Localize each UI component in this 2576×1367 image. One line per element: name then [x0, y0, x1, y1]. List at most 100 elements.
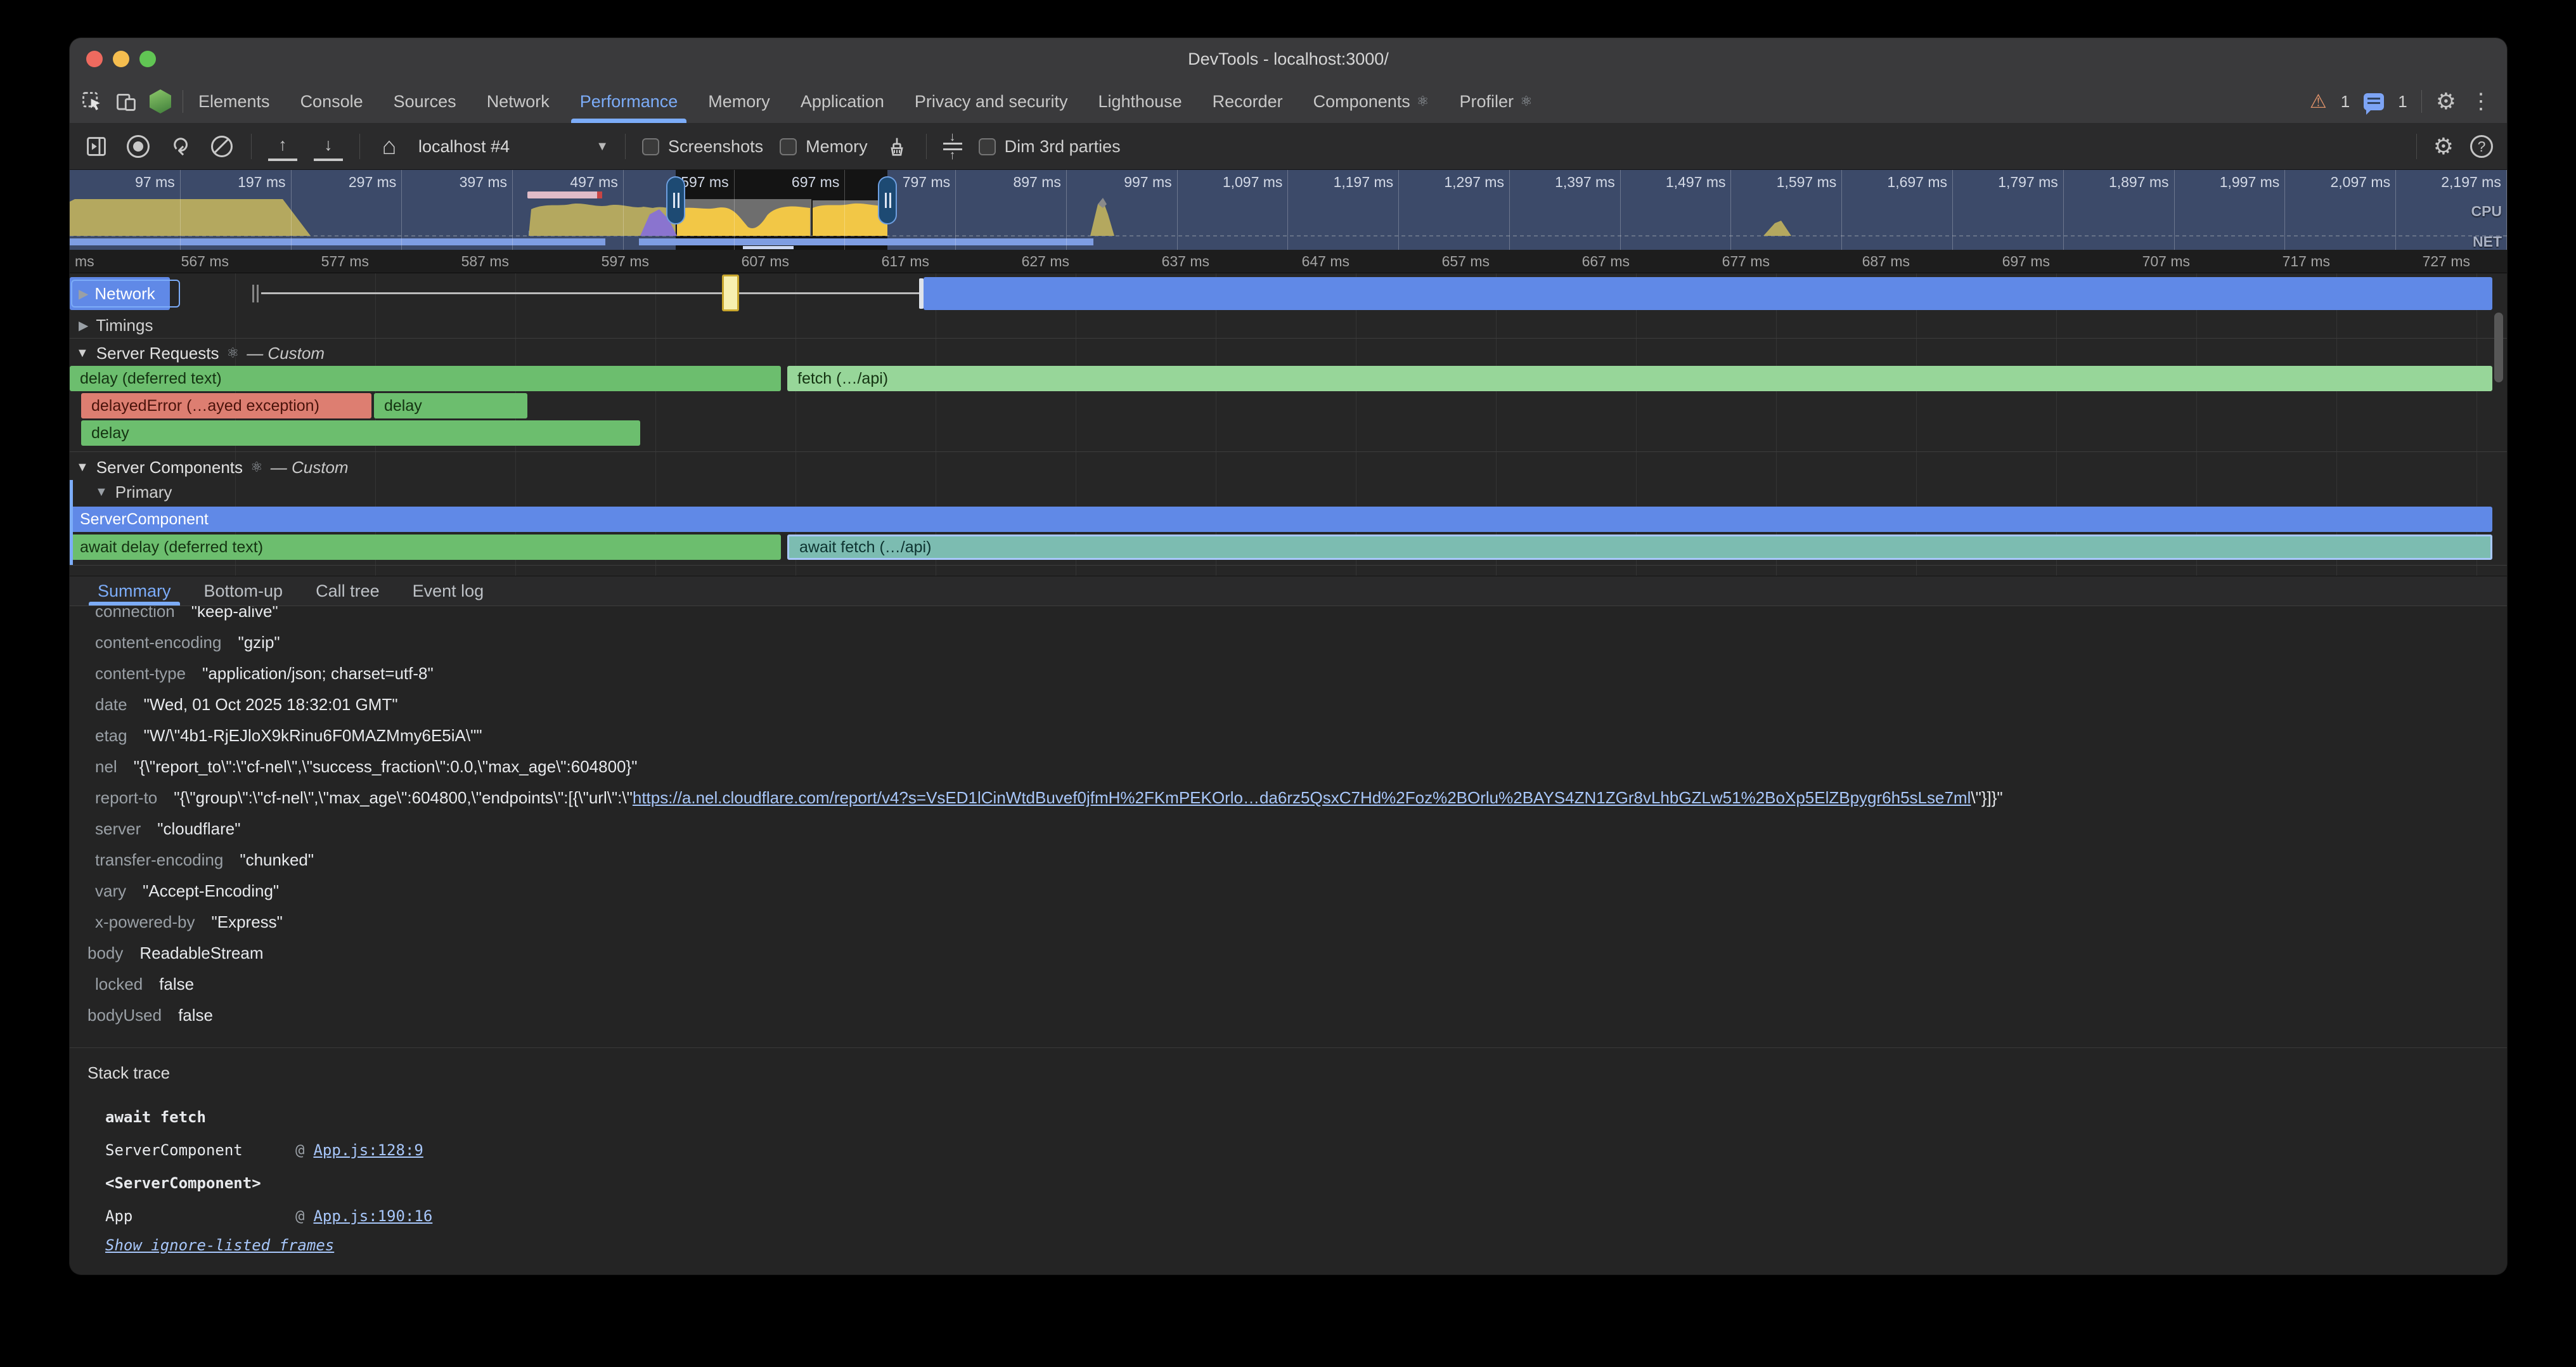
tab-application[interactable]: Application — [785, 80, 899, 123]
ruler-tick-label: 567 ms — [102, 253, 229, 270]
chevron-down-icon: ▼ — [596, 139, 609, 154]
timeline-overview[interactable]: 97 ms197 ms297 ms397 ms497 ms597 ms697 m… — [70, 170, 2507, 250]
tab-label: Components — [1313, 92, 1410, 112]
inspect-element-icon[interactable] — [81, 91, 103, 112]
perf-entry-bar[interactable]: ServerComponent — [70, 507, 2492, 532]
ruler-tick-label: 677 ms — [1643, 253, 1770, 270]
console-messages-icon[interactable] — [2364, 93, 2384, 110]
perf-entry-bar[interactable]: await fetch (…/api) — [787, 534, 2492, 560]
detail-row: report-to"{\"group\":\"cf-nel\",\"max_ag… — [70, 782, 2507, 813]
network-request-bar[interactable] — [924, 277, 2492, 310]
performance-toolbar: ⟳ ↑ ↓ ⌂ localhost #4 ▼ Screenshots Memor… — [70, 124, 2507, 170]
capture-settings-gear-icon[interactable]: ⚙ — [2433, 135, 2454, 158]
chevron-down-icon[interactable]: ▼ — [76, 460, 89, 475]
node-target-icon[interactable] — [150, 89, 171, 113]
overview-time-label: 197 ms — [181, 170, 292, 250]
save-profile-icon[interactable]: ↓ — [314, 133, 343, 161]
chevron-right-icon[interactable]: ▶ — [79, 286, 88, 302]
target-select[interactable]: localhost #4 ▼ — [418, 137, 609, 157]
stack-frame-at: @ — [295, 1207, 313, 1225]
detail-value: "Wed, 01 Oct 2025 18:32:01 GMT" — [127, 695, 398, 715]
server-requests-header[interactable]: ▼ Server Requests ⚛ — Custom — [70, 342, 2507, 365]
shortcuts-collapse-icon[interactable]: ↓↑ — [943, 134, 962, 159]
details-pane[interactable]: connection"keep-alive"content-encoding"g… — [70, 606, 2507, 1274]
server-components-header[interactable]: ▼ Server Components ⚛ — Custom — [70, 456, 2507, 479]
track-bar-row: await delay (deferred text)await fetch (… — [70, 534, 2507, 560]
details-tab-bar: SummaryBottom-upCall treeEvent log — [70, 576, 2507, 606]
more-options-icon[interactable]: ⋮ — [2470, 89, 2492, 114]
network-track-label[interactable]: ▶ Network — [71, 280, 180, 308]
tab-memory[interactable]: Memory — [693, 80, 785, 123]
tab-elements[interactable]: Elements — [183, 80, 285, 123]
collect-garbage-icon[interactable] — [884, 134, 910, 159]
tab-sources[interactable]: Sources — [378, 80, 472, 123]
perf-entry-bar[interactable]: delay — [374, 393, 527, 418]
tab-recorder[interactable]: Recorder — [1197, 80, 1298, 123]
live-metrics-home-icon[interactable]: ⌂ — [377, 134, 402, 159]
perf-entry-bar[interactable]: await delay (deferred text) — [70, 534, 781, 560]
track-drag-handle[interactable] — [252, 285, 261, 302]
tab-label: Memory — [708, 92, 770, 112]
stack-frame-location-link[interactable]: App.js:128:9 — [313, 1141, 423, 1159]
detail-row: etag"W/\"4b1-RjEJloX9kRinu6F0MAZMmy6E5iA… — [70, 720, 2507, 751]
toggle-sidebar-icon[interactable] — [84, 134, 109, 159]
cpu-lane-label: CPU — [2471, 203, 2502, 220]
details-tab-event-log[interactable]: Event log — [396, 576, 501, 606]
show-ignore-listed-frames-link[interactable]: Show ignore-listed frames — [87, 1236, 2507, 1254]
detail-key: x-powered-by — [70, 912, 195, 932]
memory-checkbox[interactable]: Memory — [780, 137, 868, 157]
report-to-url-link[interactable]: https://a.nel.cloudflare.com/report/v4?s… — [633, 788, 1971, 807]
message-count: 1 — [2398, 92, 2407, 112]
perf-entry-bar[interactable]: delay — [81, 420, 640, 446]
tab-performance[interactable]: Performance — [565, 80, 693, 123]
selection-handle-right[interactable] — [878, 176, 897, 224]
ruler-tick-label: 657 ms — [1363, 253, 1490, 270]
help-icon[interactable]: ? — [2470, 135, 2493, 158]
detail-key: report-to — [70, 788, 157, 808]
perf-entry-bar[interactable]: delayedError (…ayed exception) — [81, 393, 371, 418]
request-marker[interactable] — [722, 275, 739, 311]
details-tab-bottom-up[interactable]: Bottom-up — [188, 576, 300, 606]
tracks-scrollbar[interactable] — [2494, 313, 2503, 382]
primary-group-row[interactable]: ▼ Primary — [70, 481, 2507, 503]
ruler-tick-label: 627 ms — [943, 253, 1069, 270]
tab-console[interactable]: Console — [285, 80, 378, 123]
timeline-tracks[interactable]: ▶ Network ▶ Timings ▼ Server Requests ⚛ … — [70, 273, 2507, 576]
tab-components[interactable]: Components⚛ — [1298, 80, 1445, 123]
detail-row: x-powered-by"Express" — [70, 907, 2507, 938]
ruler-tick-label: 587 ms — [382, 253, 509, 270]
details-tab-call-tree[interactable]: Call tree — [299, 576, 396, 606]
dim-3rd-parties-checkbox[interactable]: Dim 3rd parties — [979, 137, 1121, 157]
load-profile-icon[interactable]: ↑ — [268, 133, 297, 161]
warning-icon[interactable]: ⚠ — [2310, 91, 2327, 113]
perf-entry-bar[interactable]: delay (deferred text) — [70, 366, 781, 391]
perf-entry-bar[interactable]: fetch (…/api) — [787, 366, 2492, 391]
selection-handle-left[interactable] — [666, 176, 685, 224]
screenshots-checkbox[interactable]: Screenshots — [642, 137, 763, 157]
ruler-tick-label: 647 ms — [1223, 253, 1349, 270]
tab-network[interactable]: Network — [472, 80, 565, 123]
tab-profiler[interactable]: Profiler⚛ — [1445, 80, 1548, 123]
detail-row: nel"{\"report_to\":\"cf-nel\",\"success_… — [70, 751, 2507, 782]
settings-gear-icon[interactable]: ⚙ — [2436, 90, 2456, 113]
divider — [251, 134, 252, 159]
record-button[interactable] — [126, 134, 151, 159]
ruler-tick-label: 617 ms — [802, 253, 929, 270]
details-tab-summary[interactable]: Summary — [81, 576, 188, 606]
clear-button[interactable] — [209, 134, 235, 159]
detail-key: content-encoding — [70, 633, 221, 652]
tab-lighthouse[interactable]: Lighthouse — [1083, 80, 1197, 123]
chevron-right-icon[interactable]: ▶ — [79, 318, 88, 334]
network-track-row[interactable]: ▶ Network — [70, 275, 2507, 313]
titlebar: DevTools - localhost:3000/ — [70, 38, 2507, 80]
chevron-down-icon[interactable]: ▼ — [76, 346, 89, 361]
detail-value: "chunked" — [223, 850, 314, 870]
ruler-tick-label: 597 ms — [522, 253, 649, 270]
stack-frame-location-link[interactable]: App.js:190:16 — [313, 1207, 432, 1225]
divider — [926, 134, 927, 159]
device-toolbar-icon[interactable] — [115, 91, 137, 112]
timings-track-row[interactable]: ▶ Timings — [70, 314, 2507, 337]
chevron-down-icon[interactable]: ▼ — [95, 485, 108, 500]
record-and-reload-button[interactable]: ⟳ — [167, 134, 193, 159]
tab-privacy-and-security[interactable]: Privacy and security — [899, 80, 1083, 123]
